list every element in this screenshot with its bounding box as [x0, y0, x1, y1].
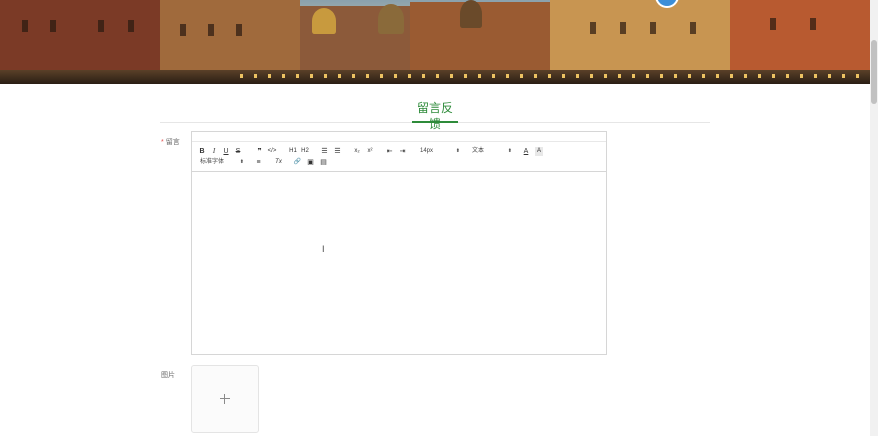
font-family-value: 标准字体	[200, 159, 225, 165]
banner-dome	[460, 0, 482, 28]
editor-top-bar	[192, 132, 606, 142]
banner-window	[590, 22, 596, 34]
banner-window	[620, 22, 626, 34]
banner-window	[22, 20, 28, 32]
required-mark: *	[161, 139, 164, 146]
italic-button[interactable]: I	[210, 147, 218, 156]
rich-text-editor: B I U S ❞ </> H1 H2 ☰ ☰ x₂ x² ⇤ ⇥ 14px ⬍ …	[191, 131, 607, 355]
image-label: 图片	[161, 372, 175, 379]
editor-content-area[interactable]: I	[192, 172, 606, 354]
banner-window	[208, 24, 214, 36]
text-cursor-icon: I	[322, 244, 325, 254]
font-size-select[interactable]: 14px ⬍	[420, 147, 460, 156]
banner-dome	[312, 8, 336, 34]
banner-window	[690, 22, 696, 34]
editor-toolbar: B I U S ❞ </> H1 H2 ☰ ☰ x₂ x² ⇤ ⇥ 14px ⬍ …	[192, 142, 606, 172]
image-upload-button[interactable]	[191, 365, 259, 433]
blockquote-button[interactable]: ❞	[255, 147, 264, 156]
banner-window	[128, 20, 134, 32]
chevron-down-icon: ⬍	[507, 148, 512, 154]
font-size-value: 14px	[420, 148, 434, 154]
banner-window	[810, 18, 816, 30]
clean-format-button[interactable]: Tx	[274, 158, 283, 167]
banner-image	[0, 0, 870, 84]
banner-window	[236, 24, 242, 36]
page-title: 留言反馈	[412, 100, 458, 131]
banner-building	[160, 0, 300, 72]
scrollbar-thumb[interactable]	[871, 40, 877, 104]
banner-building	[550, 0, 730, 72]
banner-dome	[378, 4, 404, 34]
strike-button[interactable]: S	[234, 147, 242, 156]
message-label: * 留言	[161, 137, 180, 147]
banner-window	[50, 20, 56, 32]
bold-button[interactable]: B	[198, 147, 206, 156]
image-icon[interactable]: ▣	[306, 158, 315, 167]
header-select-value: 文本	[472, 148, 485, 154]
font-color-button[interactable]: A	[522, 147, 530, 156]
indent-button[interactable]: ⇥	[398, 147, 407, 156]
background-color-button[interactable]: A	[535, 147, 543, 156]
banner-lights	[240, 74, 870, 78]
bullet-list-button[interactable]: ☰	[333, 147, 342, 156]
ordered-list-button[interactable]: ☰	[320, 147, 329, 156]
header-2-button[interactable]: H2	[300, 147, 310, 156]
underline-button[interactable]: U	[222, 147, 230, 156]
video-icon[interactable]: ▤	[319, 158, 328, 167]
banner-window	[770, 18, 776, 30]
banner-window	[650, 22, 656, 34]
page-scrollbar[interactable]	[870, 0, 878, 436]
banner-building	[0, 0, 160, 72]
banner-window	[180, 24, 186, 36]
code-block-button[interactable]: </>	[267, 147, 277, 156]
link-icon[interactable]: 🔗	[293, 158, 302, 167]
outdent-button[interactable]: ⇤	[385, 147, 394, 156]
align-button[interactable]: ≡	[254, 158, 263, 167]
section-header: 留言反馈	[160, 100, 710, 131]
subscript-button[interactable]: x₂	[352, 147, 362, 156]
superscript-button[interactable]: x²	[365, 147, 375, 156]
banner-window	[98, 20, 104, 32]
message-label-text: 留言	[165, 139, 180, 146]
chevron-down-icon: ⬍	[455, 148, 460, 154]
banner-building	[730, 0, 870, 72]
chevron-down-icon: ⬍	[239, 159, 244, 165]
header-1-button[interactable]: H1	[288, 147, 298, 156]
header-select[interactable]: 文本 ⬍	[472, 147, 512, 156]
font-family-select[interactable]: 标准字体 ⬍	[200, 158, 244, 167]
